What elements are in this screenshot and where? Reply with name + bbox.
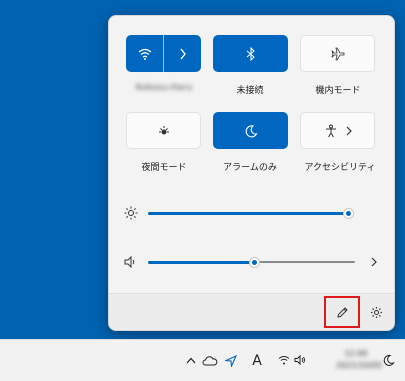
clock-date: 2021/10/05	[336, 361, 383, 370]
night-light-icon	[158, 125, 169, 137]
speaker-icon[interactable]	[124, 256, 138, 268]
wifi-tile[interactable]	[126, 35, 201, 72]
focus-assist-tile[interactable]	[213, 112, 288, 149]
moon-icon	[245, 124, 258, 137]
pencil-icon	[336, 306, 348, 318]
location-icon	[225, 354, 237, 367]
accessibility-tile[interactable]	[300, 112, 375, 149]
ime-indicator[interactable]: A	[250, 340, 264, 381]
quick-settings-footer	[109, 293, 394, 330]
chevron-right-icon	[346, 126, 352, 135]
gear-icon	[370, 306, 382, 318]
clock-time: 12:00	[344, 349, 368, 358]
bluetooth-tile[interactable]	[213, 35, 288, 72]
location-tray-icon[interactable]	[223, 340, 239, 381]
onedrive-tray-icon[interactable]	[201, 340, 219, 381]
clock[interactable]: 12:00 2021/10/05	[336, 348, 383, 374]
airplane-mode-tile-label: 機内モード	[315, 86, 361, 96]
network-volume-tray-button[interactable]	[270, 347, 314, 373]
brightness-slider-row	[109, 203, 394, 223]
chevron-up-icon	[186, 357, 196, 364]
brightness-thumb[interactable]	[343, 208, 354, 219]
volume-track-remaining[interactable]	[254, 261, 355, 263]
quick-settings-panel: Kokosu-Haru 未接続 機内モード 夜間モード アラームのみ アクセシビ…	[108, 15, 395, 331]
cloud-icon	[202, 355, 218, 365]
accessibility-tile-label: アクセシビリティ	[304, 163, 376, 173]
volume-slider-row	[109, 252, 394, 272]
airplane-mode-tile[interactable]	[300, 35, 375, 72]
chevron-right-icon[interactable]	[371, 257, 377, 267]
edit-quick-settings-button[interactable]	[324, 296, 360, 328]
accessibility-icon	[325, 124, 336, 137]
brightness-track[interactable]	[148, 212, 349, 215]
wifi-icon	[138, 48, 151, 60]
night-light-tile-label: 夜間モード	[141, 163, 187, 173]
airplane-icon	[330, 47, 344, 60]
bluetooth-tile-label: 未接続	[236, 86, 264, 96]
speaker-icon	[294, 355, 305, 365]
wifi-toggle[interactable]	[126, 35, 163, 72]
taskbar: A 12:00 2021/10/05	[0, 339, 405, 381]
night-light-tile[interactable]	[126, 112, 201, 149]
volume-track-filled[interactable]	[148, 261, 254, 264]
focus-assist-tile-label: アラームのみ	[223, 163, 277, 173]
bluetooth-icon	[246, 46, 255, 61]
settings-button[interactable]	[367, 303, 385, 321]
wifi-icon	[278, 356, 290, 365]
wifi-expand-button[interactable]	[164, 35, 201, 72]
volume-thumb[interactable]	[249, 257, 260, 268]
tile-divider	[163, 35, 164, 72]
chevron-right-icon	[179, 48, 186, 59]
notification-center-button[interactable]	[380, 340, 396, 381]
moon-icon	[383, 354, 395, 366]
show-hidden-icons-button[interactable]	[184, 340, 198, 381]
wifi-tile-label: Kokosu-Haru	[135, 83, 193, 93]
brightness-icon	[124, 206, 138, 220]
